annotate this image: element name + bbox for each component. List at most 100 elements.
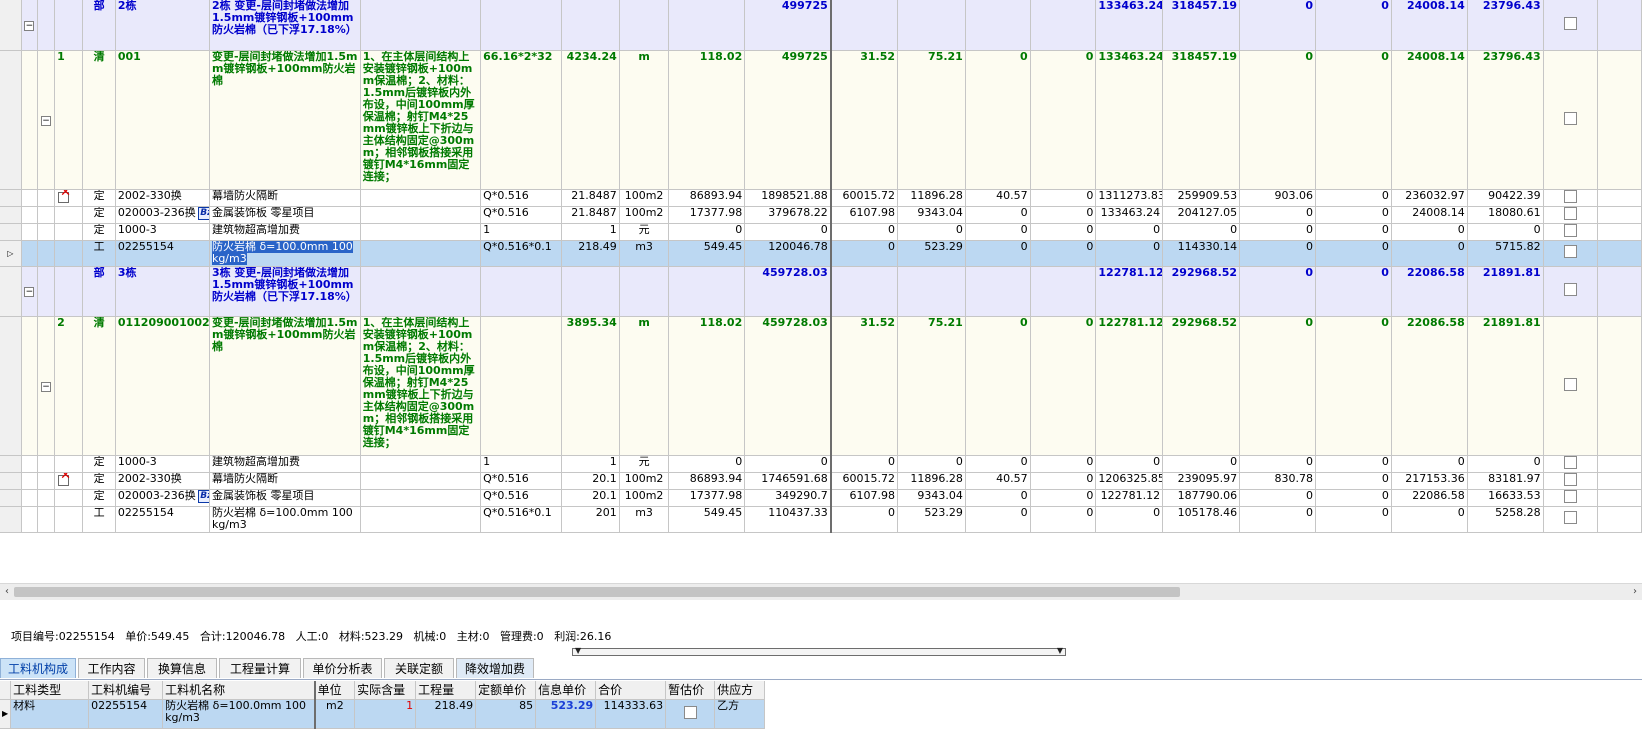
item-code[interactable]: 3栋 — [115, 266, 210, 317]
quota-row[interactable]: 定 1000-3 建筑物超高增加费 1 1 元 0 0 0 0 0 0 0 0 0 0 0 0 — [0, 223, 1642, 241]
quota-row[interactable]: ▷ 工 02255154 防火岩棉 δ=100.0mm 100kg/m3 Q*0.516… — [0, 240, 1642, 267]
main-material-cost[interactable]: 0 — [1030, 223, 1097, 241]
main-material-total[interactable]: 0 — [1315, 472, 1392, 490]
main-material-cost[interactable] — [1030, 266, 1097, 317]
scroll-right-icon[interactable]: › — [1628, 584, 1642, 600]
row-checkbox[interactable] — [1563, 283, 1577, 296]
quantity[interactable] — [561, 266, 620, 317]
machine-cost[interactable]: 40.57 — [965, 189, 1031, 207]
row-header[interactable] — [0, 223, 22, 241]
profit[interactable]: 90422.39 — [1467, 189, 1544, 207]
item-feature[interactable] — [360, 472, 482, 490]
unit[interactable]: 元 — [619, 455, 670, 473]
tab-conversion-info[interactable]: 换算信息 — [147, 658, 217, 678]
main-material-cost[interactable]: 0 — [1030, 50, 1097, 190]
material-cost[interactable]: 9343.04 — [897, 489, 966, 507]
material-cost[interactable] — [897, 0, 966, 51]
row-checkbox[interactable] — [1563, 377, 1577, 391]
row-checkbox[interactable] — [1563, 245, 1577, 258]
labor-total[interactable]: 1206325.85 — [1095, 472, 1164, 490]
quantity[interactable] — [561, 0, 620, 51]
sequence-number[interactable] — [54, 266, 84, 317]
labor-cost[interactable] — [830, 266, 899, 317]
unit[interactable]: m — [619, 316, 670, 456]
unit[interactable]: 100m2 — [619, 189, 670, 207]
main-material-total[interactable]: 0 — [1315, 223, 1392, 241]
sequence-number[interactable]: ✕ — [54, 189, 84, 207]
item-code[interactable]: 2002-330换 — [115, 472, 210, 490]
item-name[interactable]: 2栋 变更-层间封堵做法增加1.5mm镀锌钢板+100mm防火岩棉（已下浮17.… — [209, 0, 361, 51]
unit-price[interactable]: 118.02 — [668, 50, 746, 190]
main-material-cost[interactable]: 0 — [1030, 455, 1097, 473]
quantity-expression[interactable]: 66.16*2*32 — [480, 50, 563, 190]
labor-total[interactable]: 0 — [1095, 506, 1164, 533]
row-checkbox[interactable] — [1563, 455, 1577, 469]
main-material-total[interactable]: 0 — [1315, 206, 1392, 224]
management-fee[interactable]: 0 — [1391, 455, 1468, 473]
labor-total[interactable]: 122781.12 — [1095, 316, 1164, 456]
header-provisional-price[interactable]: 暂估价 — [665, 681, 716, 700]
unit[interactable]: m3 — [619, 240, 670, 267]
item-name[interactable]: 变更-层间封堵做法增加1.5mm镀锌钢板+100mm防火岩棉 — [209, 50, 361, 190]
row-checkbox[interactable] — [1563, 223, 1577, 237]
labor-cost[interactable]: 60015.72 — [830, 472, 899, 490]
labor-cost[interactable]: 6107.98 — [830, 206, 899, 224]
quantity[interactable]: 1 — [561, 455, 620, 473]
machine-cost[interactable] — [965, 0, 1031, 51]
resource-grid[interactable]: 工料类型 工料机编号 工料机名称 单位 实际含量 工程量 定额单价 信息单价 合… — [0, 681, 766, 729]
header-total[interactable]: 合价 — [595, 681, 667, 700]
labor-total[interactable]: 133463.24 — [1095, 0, 1164, 51]
labor-total[interactable]: 122781.12 — [1095, 489, 1164, 507]
labor-cost[interactable]: 60015.72 — [830, 189, 899, 207]
tab-unit-price-analysis[interactable]: 单价分析表 — [303, 658, 382, 678]
quantity[interactable]: 201 — [561, 506, 620, 533]
material-cost[interactable]: 523.29 — [897, 506, 966, 533]
profit[interactable]: 16633.53 — [1467, 489, 1544, 507]
sequence-number[interactable] — [54, 206, 84, 224]
quota-row[interactable]: 定020003-236换Bz金属装饰板 零星项目 Q*0.51621.848710… — [0, 206, 1642, 224]
quantity-expression[interactable]: Q*0.516*0.1 — [480, 506, 563, 533]
resource-type[interactable]: 材料 — [10, 699, 90, 729]
quantity-expression[interactable]: 1 — [480, 455, 563, 473]
profit[interactable]: 5715.82 — [1467, 240, 1544, 267]
machine-cost[interactable] — [965, 266, 1031, 317]
machine-cost[interactable]: 0 — [965, 506, 1031, 533]
item-name[interactable]: 金属装饰板 零星项目 — [209, 206, 361, 224]
row-checkbox[interactable] — [1563, 206, 1577, 220]
total-price[interactable]: 499725 — [744, 0, 832, 51]
quantity[interactable]: 1 — [561, 223, 620, 241]
machine-total[interactable]: 0 — [1239, 0, 1316, 51]
profit[interactable]: 23796.43 — [1467, 50, 1544, 190]
resource-supplier[interactable]: 乙方 — [714, 699, 766, 729]
main-material-total[interactable]: 0 — [1315, 489, 1392, 507]
item-code[interactable]: 011209001002 — [115, 316, 210, 456]
sequence-number[interactable] — [54, 0, 84, 51]
main-material-total[interactable]: 0 — [1315, 316, 1392, 456]
bill-grid[interactable]: − 部 2栋 2栋 变更-层间封堵做法增加1.5mm镀锌钢板+100mm防火岩棉（已下… — [0, 0, 1642, 604]
unit[interactable] — [619, 0, 670, 51]
unit-price[interactable]: 118.02 — [668, 316, 746, 456]
labor-cost[interactable]: 31.52 — [830, 50, 899, 190]
machine-total[interactable]: 0 — [1239, 206, 1316, 224]
unit-price[interactable]: 17377.98 — [668, 489, 746, 507]
quantity[interactable]: 218.49 — [561, 240, 620, 267]
item-code[interactable]: 1000-3 — [115, 455, 210, 473]
item-kind[interactable]: 工 — [82, 506, 116, 533]
scrollbar-thumb[interactable] — [14, 587, 1180, 597]
sequence-number[interactable] — [54, 506, 84, 533]
row-checkbox[interactable] — [1563, 189, 1577, 203]
item-kind[interactable]: 定 — [82, 472, 116, 490]
main-material-cost[interactable]: 0 — [1030, 206, 1097, 224]
item-feature[interactable] — [360, 506, 482, 533]
collapse-icon[interactable]: − — [24, 287, 35, 297]
row-header[interactable] — [0, 0, 22, 51]
total-price[interactable]: 110437.33 — [744, 506, 832, 533]
header-quantity[interactable]: 工程量 — [415, 681, 477, 700]
material-cost[interactable]: 0 — [897, 223, 966, 241]
item-code[interactable]: 020003-236换Bz — [115, 206, 210, 224]
item-name[interactable]: 3栋 变更-层间封堵做法增加1.5mm镀锌钢板+100mm防火岩棉（已下浮17.… — [209, 266, 361, 317]
unit-price[interactable]: 549.45 — [668, 506, 746, 533]
material-total[interactable]: 318457.19 — [1162, 0, 1241, 51]
quantity[interactable]: 20.1 — [561, 472, 620, 490]
row-header[interactable] — [0, 316, 22, 456]
